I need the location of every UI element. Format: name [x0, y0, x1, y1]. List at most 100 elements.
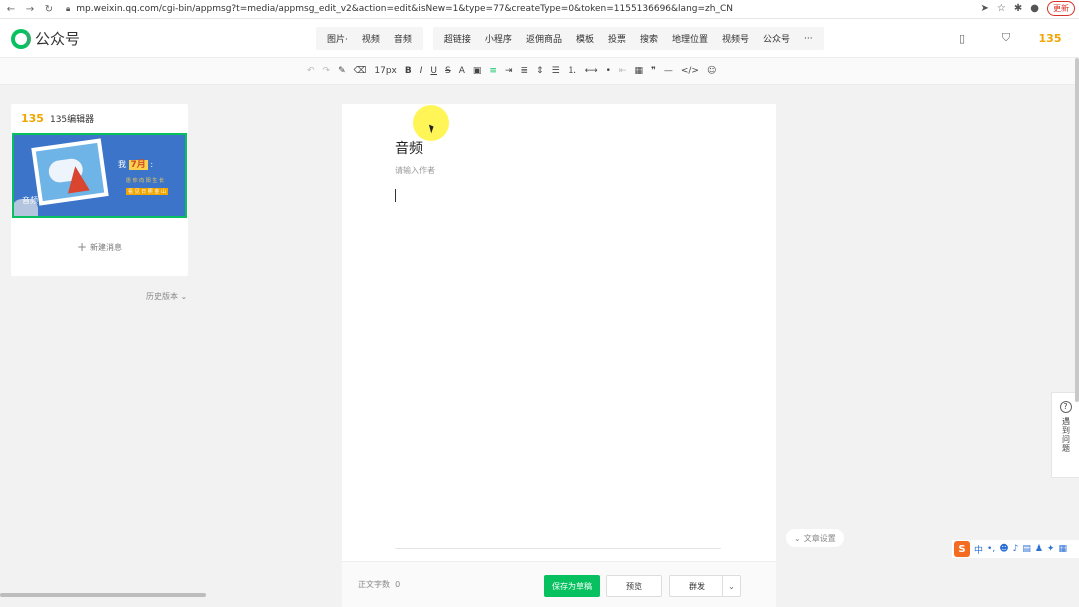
menu-location[interactable]: 地理位置	[665, 32, 715, 45]
menu-mini-program[interactable]: 小程序	[478, 32, 519, 45]
menu-hyperlink[interactable]: 超链接	[437, 32, 478, 45]
menu-vote[interactable]: 投票	[601, 32, 633, 45]
lock-icon[interactable]: 🔒︎	[66, 4, 70, 14]
menu-channels[interactable]: 视频号	[715, 32, 756, 45]
paragraph-spacing-icon[interactable]: ⇕	[532, 64, 548, 78]
background-color-icon[interactable]: ▣	[469, 64, 486, 78]
quote-icon[interactable]: ❞	[647, 64, 660, 78]
table-icon[interactable]: ▦	[630, 64, 647, 78]
menu-image[interactable]: 图片·	[320, 32, 355, 45]
menu-more[interactable]: ···	[797, 34, 820, 44]
plus-icon: +	[76, 240, 88, 254]
editor-brand-header: 135 135编辑器	[11, 104, 188, 132]
update-button[interactable]: 更新	[1047, 1, 1075, 16]
sky-image	[35, 142, 105, 202]
new-message-button[interactable]: + 新建消息	[11, 240, 188, 254]
line-height-icon[interactable]: ☰	[548, 64, 564, 78]
punctuation-icon[interactable]: •,	[987, 544, 995, 554]
ime-toolbar: S 中 •, ☻ ♪ ▤ ♟ ✦ ▦	[952, 540, 1079, 558]
indent-icon[interactable]: ⇥	[501, 64, 517, 78]
history-versions-link[interactable]: 历史版本 ⌄	[146, 291, 187, 302]
help-widget[interactable]: ? 遇到问题	[1051, 392, 1079, 478]
browser-nav: ← → ↻	[0, 4, 54, 15]
sogou-logo-icon[interactable]: S	[954, 541, 970, 557]
save-draft-button[interactable]: 保存为草稿	[544, 575, 600, 597]
insert-menu: 图片· 视频 音频 超链接 小程序 返佣商品 模板 投票 搜索 地理位置 视频号…	[316, 27, 824, 50]
star-icon[interactable]: ☆	[997, 3, 1006, 14]
font-size-select[interactable]: 17px	[370, 64, 401, 78]
menu-commission-goods[interactable]: 返佣商品	[519, 32, 569, 45]
help-label: 遇到问题	[1061, 417, 1071, 453]
font-color-icon[interactable]: A	[455, 64, 469, 78]
message-list-panel: 135 135编辑器 音频 我 7月 : 愿 你 向 阳 生 长 看 见 日 照…	[11, 104, 188, 276]
align-left-icon[interactable]: ≡	[485, 64, 501, 78]
strikethrough-icon[interactable]: S	[441, 64, 455, 78]
menu-search[interactable]: 搜索	[633, 32, 665, 45]
italic-icon[interactable]: I	[416, 64, 427, 78]
publish-button[interactable]: 群发 ⌄	[669, 575, 741, 597]
media-menu-group: 图片· 视频 音频	[316, 27, 423, 50]
author-input[interactable]: 请输入作者	[395, 165, 435, 176]
preview-button[interactable]: 预览	[606, 575, 662, 597]
editor-name: 135编辑器	[49, 114, 95, 125]
thumbnail-line1: 愿 你 向 阳 生 长	[126, 178, 164, 184]
horizontal-scrollbar[interactable]	[0, 593, 206, 597]
skin-icon[interactable]: ✦	[1047, 544, 1055, 554]
divider-icon[interactable]: —	[660, 64, 677, 78]
shield-icon[interactable]: ⛉	[997, 29, 1015, 47]
photo-frame	[31, 138, 109, 206]
app-logo[interactable]: 公众号	[11, 28, 80, 49]
profile-icon[interactable]: ●	[1030, 3, 1039, 14]
code-icon[interactable]: </>	[677, 64, 703, 78]
mobile-preview-icon[interactable]: ▯	[953, 29, 971, 47]
ime-mode[interactable]: 中	[974, 543, 983, 556]
menu-video[interactable]: 视频	[355, 32, 387, 45]
chevron-down-icon: ⌄	[794, 533, 801, 543]
article-settings-button[interactable]: ⌄ 文章设置	[786, 529, 844, 547]
format-painter-icon[interactable]: ✎	[334, 64, 350, 78]
forward-icon[interactable]: →	[25, 4, 35, 15]
menu-audio[interactable]: 音频	[387, 32, 419, 45]
ordered-list-icon[interactable]: ⒈	[564, 64, 581, 78]
bold-icon[interactable]: B	[401, 64, 416, 78]
vertical-scrollbar[interactable]	[1075, 58, 1079, 402]
header-actions: ▯ ⛉ 135	[953, 29, 1062, 47]
back-icon[interactable]: ←	[6, 4, 16, 15]
brand-135-icon: 135	[21, 111, 44, 125]
article-editor[interactable]: 音频 请输入作者	[342, 104, 776, 607]
menu-icon[interactable]: ▦	[1058, 544, 1067, 554]
letter-spacing-icon[interactable]: ⟷	[581, 64, 602, 78]
mic-icon[interactable]: ♪	[1013, 544, 1019, 554]
send-icon[interactable]: ➤	[981, 3, 989, 14]
article-title[interactable]: 音频	[395, 138, 423, 158]
text-caret	[395, 189, 396, 202]
brand-135-logo[interactable]: 135	[1039, 29, 1062, 47]
menu-template[interactable]: 模板	[569, 32, 601, 45]
extension-icon[interactable]: ✱	[1014, 3, 1022, 14]
user-icon[interactable]: ♟	[1035, 544, 1043, 554]
article-thumbnail[interactable]: 音频 我 7月 : 愿 你 向 阳 生 长 看 见 日 照 金 山	[12, 133, 187, 218]
rtl-icon[interactable]: ⇤	[615, 64, 631, 78]
clear-format-icon[interactable]: ⌫	[350, 64, 371, 78]
thumbnail-label: 音频	[22, 196, 38, 205]
emoji-icon[interactable]: ☻	[999, 544, 1008, 554]
menu-official-account[interactable]: 公众号	[756, 32, 797, 45]
keyboard-icon[interactable]: ▤	[1022, 544, 1031, 554]
unordered-list-icon[interactable]: •	[602, 64, 615, 78]
underline-icon[interactable]: U	[426, 64, 441, 78]
align-center-icon[interactable]: ≣	[517, 64, 533, 78]
app-name: 公众号	[35, 30, 81, 48]
wechat-logo-icon	[11, 28, 31, 49]
redo-icon[interactable]: ↷	[319, 64, 335, 78]
thumbnail-month: 我 7月 :	[118, 160, 154, 170]
undo-icon[interactable]: ↶	[303, 64, 319, 78]
reload-icon[interactable]: ↻	[44, 4, 54, 15]
mountain-shape	[64, 164, 90, 194]
emoji-icon[interactable]: ☺	[703, 64, 720, 78]
editor-divider	[395, 548, 721, 549]
question-icon: ?	[1059, 401, 1072, 413]
url-field[interactable]: mp.weixin.qq.com/cgi-bin/appmsg?t=media/…	[76, 4, 733, 14]
thumbnail-line2: 看 见 日 照 金 山	[126, 188, 168, 195]
chevron-down-icon[interactable]: ⌄	[722, 576, 740, 596]
word-count: 正文字数 0	[358, 580, 401, 589]
